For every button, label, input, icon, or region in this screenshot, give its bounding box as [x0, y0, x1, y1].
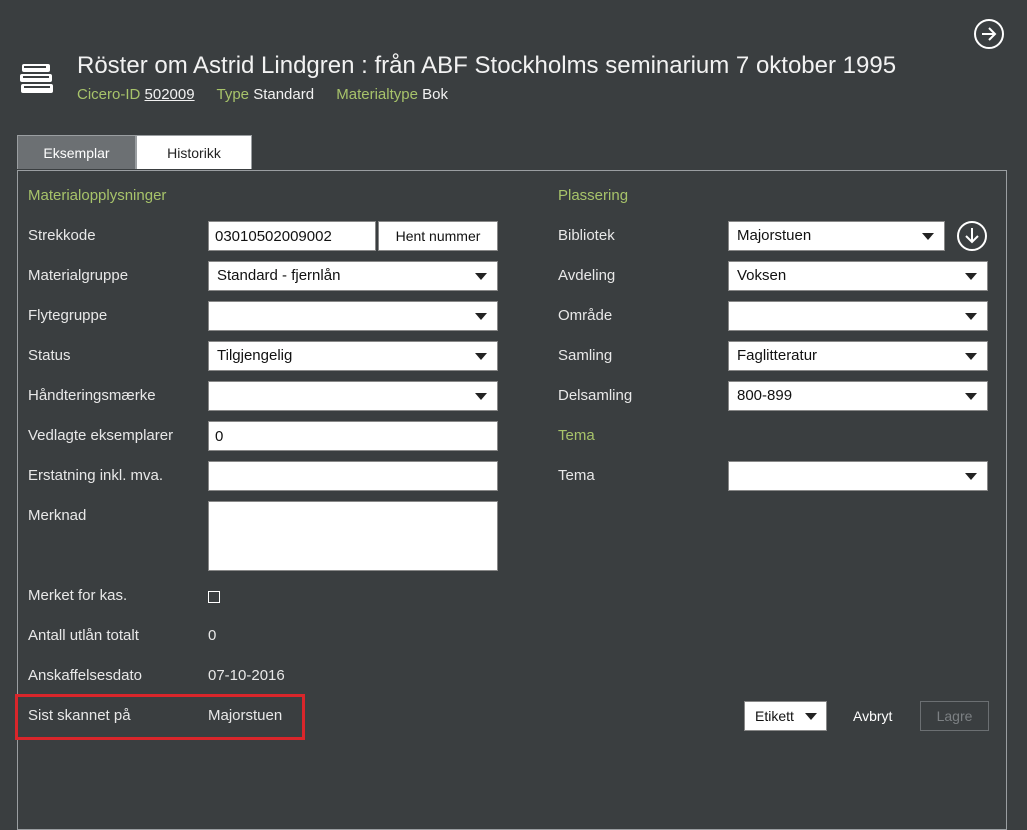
flytegruppe-select[interactable]: [208, 301, 498, 331]
hent-nummer-button[interactable]: Hent nummer: [378, 221, 498, 251]
status-select[interactable]: Tilgjengelig: [208, 341, 498, 371]
page-title: Röster om Astrid Lindgren : från ABF Sto…: [77, 52, 897, 79]
record-meta: Cicero-ID 502009 Type Standard Materialt…: [77, 86, 466, 103]
tema-select[interactable]: [728, 461, 988, 491]
erstatning-input[interactable]: [208, 461, 498, 491]
status-label: Status: [28, 347, 71, 364]
antall-utlan-label: Antall utlån totalt: [28, 627, 139, 644]
merket-for-kas-checkbox[interactable]: [208, 591, 220, 603]
vedlagte-eksemplarer-label: Vedlagte eksemplarer: [28, 427, 174, 444]
samling-label: Samling: [558, 347, 613, 364]
merknad-textarea[interactable]: [208, 501, 498, 571]
lagre-button[interactable]: Lagre: [920, 701, 989, 731]
book-stack-icon: [18, 62, 56, 96]
bibliotek-label: Bibliotek: [558, 227, 615, 244]
samling-select[interactable]: Faglitteratur: [728, 341, 988, 371]
type-value: Standard: [253, 86, 315, 103]
etikett-button[interactable]: Etikett: [744, 701, 827, 731]
flytegruppe-label: Flytegruppe: [28, 307, 108, 324]
etikett-label: Etikett: [755, 708, 794, 724]
section-title-material: Materialopplysninger: [28, 187, 167, 204]
strekkode-input[interactable]: [208, 221, 376, 251]
materialgruppe-select[interactable]: Standard - fjernlån: [208, 261, 498, 291]
tab-historikk[interactable]: Historikk: [136, 135, 252, 169]
avdeling-select[interactable]: Voksen: [728, 261, 988, 291]
merknad-label: Merknad: [28, 507, 87, 524]
delsamling-select[interactable]: 800-899: [728, 381, 988, 411]
section-title-tema: Tema: [558, 427, 595, 444]
sist-skannet-label: Sist skannet på: [28, 707, 131, 724]
strekkode-label: Strekkode: [28, 227, 96, 244]
omrade-label: Område: [558, 307, 613, 324]
omrade-select[interactable]: [728, 301, 988, 331]
tema-label: Tema: [558, 467, 595, 484]
anskaffelsesdato-value: 07-10-2016: [208, 667, 285, 684]
type-label: Type: [216, 86, 250, 103]
anskaffelsesdato-label: Anskaffelsesdato: [28, 667, 142, 684]
avbryt-button[interactable]: Avbryt: [853, 708, 892, 724]
vedlagte-eksemplarer-input[interactable]: [208, 421, 498, 451]
arrow-right-circle-icon: [982, 27, 997, 41]
delsamling-label: Delsamling: [558, 387, 633, 404]
merket-for-kas-label: Merket for kas.: [28, 587, 128, 604]
exit-button[interactable]: [974, 19, 1004, 49]
handteringsmerke-label: Håndteringsmærke: [28, 387, 156, 404]
sist-skannet-value: Majorstuen: [208, 707, 283, 724]
bibliotek-select[interactable]: Majorstuen: [728, 221, 945, 251]
avdeling-label: Avdeling: [558, 267, 616, 284]
cicero-id-label: Cicero-ID: [77, 86, 141, 103]
materialtype-value: Bok: [422, 86, 448, 103]
materialtype-label: Materialtype: [336, 86, 418, 103]
tab-eksemplar[interactable]: Eksemplar: [17, 135, 136, 169]
section-title-plassering: Plassering: [558, 187, 629, 204]
materialgruppe-label: Materialgruppe: [28, 267, 129, 284]
arrow-down-circle-icon: [965, 228, 979, 244]
download-button[interactable]: [957, 221, 987, 251]
antall-utlan-value: 0: [208, 627, 217, 644]
chevron-down-icon: [805, 713, 817, 720]
handteringsmerke-select[interactable]: [208, 381, 498, 411]
cicero-id-link[interactable]: 502009: [145, 86, 195, 103]
erstatning-label: Erstatning inkl. mva.: [28, 467, 164, 484]
